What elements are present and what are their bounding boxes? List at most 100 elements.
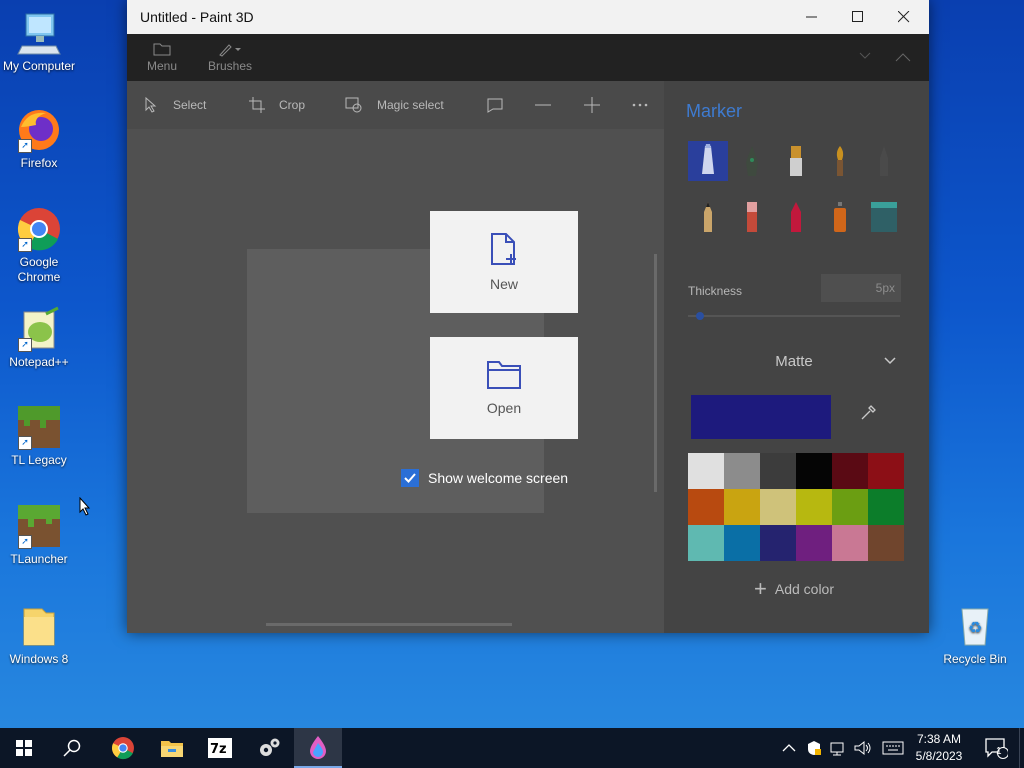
calligraphy-pen-icon: [746, 146, 758, 176]
desktop-icon-recycle-bin[interactable]: ♻ Recycle Bin: [935, 603, 1015, 667]
show-welcome-checkbox-row[interactable]: Show welcome screen: [401, 469, 568, 487]
taskbar: 7z 7:38 AM 5/8/2023 1: [0, 728, 1024, 768]
crop-tool[interactable]: Crop: [249, 81, 305, 129]
color-swatch[interactable]: [724, 525, 760, 561]
canvas-area[interactable]: [127, 129, 664, 633]
more-options-icon[interactable]: [632, 103, 648, 107]
color-swatch[interactable]: [688, 525, 724, 561]
ribbon: Menu Brushes: [127, 34, 929, 81]
notification-count: 1: [996, 746, 1002, 757]
color-swatch[interactable]: [796, 525, 832, 561]
brushes-button[interactable]: Brushes: [207, 39, 253, 73]
computer-icon: [16, 10, 62, 56]
brush-crayon[interactable]: [776, 197, 816, 237]
desktop-icon-notepadpp[interactable]: ➚ Notepad++: [0, 306, 79, 370]
selected-color-swatch[interactable]: [691, 395, 831, 439]
brush-eraser[interactable]: [732, 197, 772, 237]
brush-icon: [207, 39, 253, 59]
start-button[interactable]: [0, 728, 48, 768]
color-swatch[interactable]: [868, 453, 904, 489]
eraser-icon: [747, 202, 757, 232]
taskbar-7zip[interactable]: 7z: [196, 728, 244, 768]
color-swatch[interactable]: [760, 489, 796, 525]
close-button[interactable]: [881, 0, 927, 34]
chrome-icon: ➚: [16, 206, 62, 252]
menu-button[interactable]: Menu: [145, 39, 179, 73]
paint3d-window: Untitled - Paint 3D Menu Brushes Select: [127, 0, 929, 633]
color-swatch[interactable]: [868, 489, 904, 525]
thickness-slider-knob[interactable]: [696, 312, 704, 320]
select-cursor-icon: [145, 97, 157, 113]
color-swatch[interactable]: [724, 453, 760, 489]
new-button[interactable]: New: [430, 211, 578, 313]
color-swatch[interactable]: [760, 453, 796, 489]
volume-icon[interactable]: [854, 740, 872, 756]
show-desktop-button[interactable]: [1019, 728, 1024, 768]
title-bar[interactable]: Untitled - Paint 3D: [127, 0, 929, 34]
brush-oil[interactable]: [776, 141, 816, 181]
search-button[interactable]: [48, 728, 96, 768]
security-shield-icon[interactable]: [806, 740, 822, 756]
horizontal-scrollbar[interactable]: [266, 623, 512, 626]
desktop-icon-my-computer[interactable]: My Computer: [0, 10, 79, 74]
color-swatch[interactable]: [832, 525, 868, 561]
clock-date: 5/8/2023: [915, 749, 963, 763]
zoom-in-icon[interactable]: [584, 97, 600, 113]
maximize-button[interactable]: [835, 0, 881, 34]
clock-time: 7:38 AM: [916, 732, 962, 746]
desktop-icon-chrome[interactable]: ➚ Google Chrome: [0, 206, 79, 285]
zoom-out-icon[interactable]: [535, 104, 551, 106]
color-swatch[interactable]: [796, 489, 832, 525]
brush-marker[interactable]: [688, 141, 728, 181]
brush-calligraphy-pen[interactable]: [732, 141, 772, 181]
select-tool[interactable]: Select: [145, 81, 206, 129]
chevron-down-icon[interactable]: [859, 52, 871, 60]
desktop-icon-windows8-folder[interactable]: Windows 8: [0, 603, 79, 667]
magic-select-tool[interactable]: Magic select: [345, 81, 444, 129]
color-swatch[interactable]: [688, 489, 724, 525]
desktop-icon-tlauncher[interactable]: ➚ TLauncher: [0, 503, 79, 567]
collapse-ribbon-icon[interactable]: [895, 52, 911, 62]
thickness-input[interactable]: 5px: [821, 274, 901, 302]
taskbar-file-explorer[interactable]: [148, 728, 196, 768]
color-swatch[interactable]: [760, 525, 796, 561]
brush-pencil[interactable]: [688, 197, 728, 237]
color-swatch[interactable]: [832, 489, 868, 525]
color-swatch[interactable]: [832, 453, 868, 489]
clock[interactable]: 7:38 AM 5/8/2023: [912, 731, 966, 765]
brush-spray-can[interactable]: [820, 197, 860, 237]
add-color-button[interactable]: + Add color: [754, 578, 834, 600]
brush-pixel-pen[interactable]: [864, 141, 904, 181]
color-swatch[interactable]: [724, 489, 760, 525]
taskbar-paint3d[interactable]: [294, 728, 342, 768]
menu-label: Menu: [146, 59, 178, 73]
color-swatch[interactable]: [868, 525, 904, 561]
svg-text:♻: ♻: [968, 618, 982, 637]
desktop-icon-firefox[interactable]: ➚ Firefox: [0, 107, 79, 171]
vertical-scrollbar[interactable]: [654, 254, 657, 492]
crop-label: Crop: [279, 98, 306, 112]
color-swatch[interactable]: [688, 453, 724, 489]
color-swatch[interactable]: [796, 453, 832, 489]
minimize-button[interactable]: [789, 0, 835, 34]
watercolor-brush-icon: [836, 146, 844, 176]
open-folder-icon: [487, 361, 521, 389]
network-icon[interactable]: [830, 740, 846, 756]
keyboard-icon[interactable]: [882, 741, 904, 755]
thickness-slider-track[interactable]: [688, 315, 900, 317]
desktop-icon-label: TL Legacy: [11, 453, 67, 467]
desktop-icon-tl-legacy[interactable]: ➚ TL Legacy: [0, 404, 79, 468]
chevron-up-icon[interactable]: [782, 743, 796, 753]
3d-view-icon[interactable]: [487, 97, 505, 113]
show-welcome-checkbox[interactable]: [401, 469, 419, 487]
action-center-button[interactable]: 1: [972, 728, 1020, 768]
brush-fill-bucket[interactable]: [864, 197, 904, 237]
taskbar-chrome[interactable]: [99, 728, 147, 768]
brush-watercolor[interactable]: [820, 141, 860, 181]
open-button[interactable]: Open: [430, 337, 578, 439]
finish-dropdown[interactable]: Matte: [688, 348, 900, 374]
desktop-icon-label: TLauncher: [10, 552, 68, 566]
taskbar-settings-tool[interactable]: [245, 728, 293, 768]
maximize-icon: [852, 11, 863, 22]
eyedropper-icon[interactable]: [860, 405, 876, 421]
